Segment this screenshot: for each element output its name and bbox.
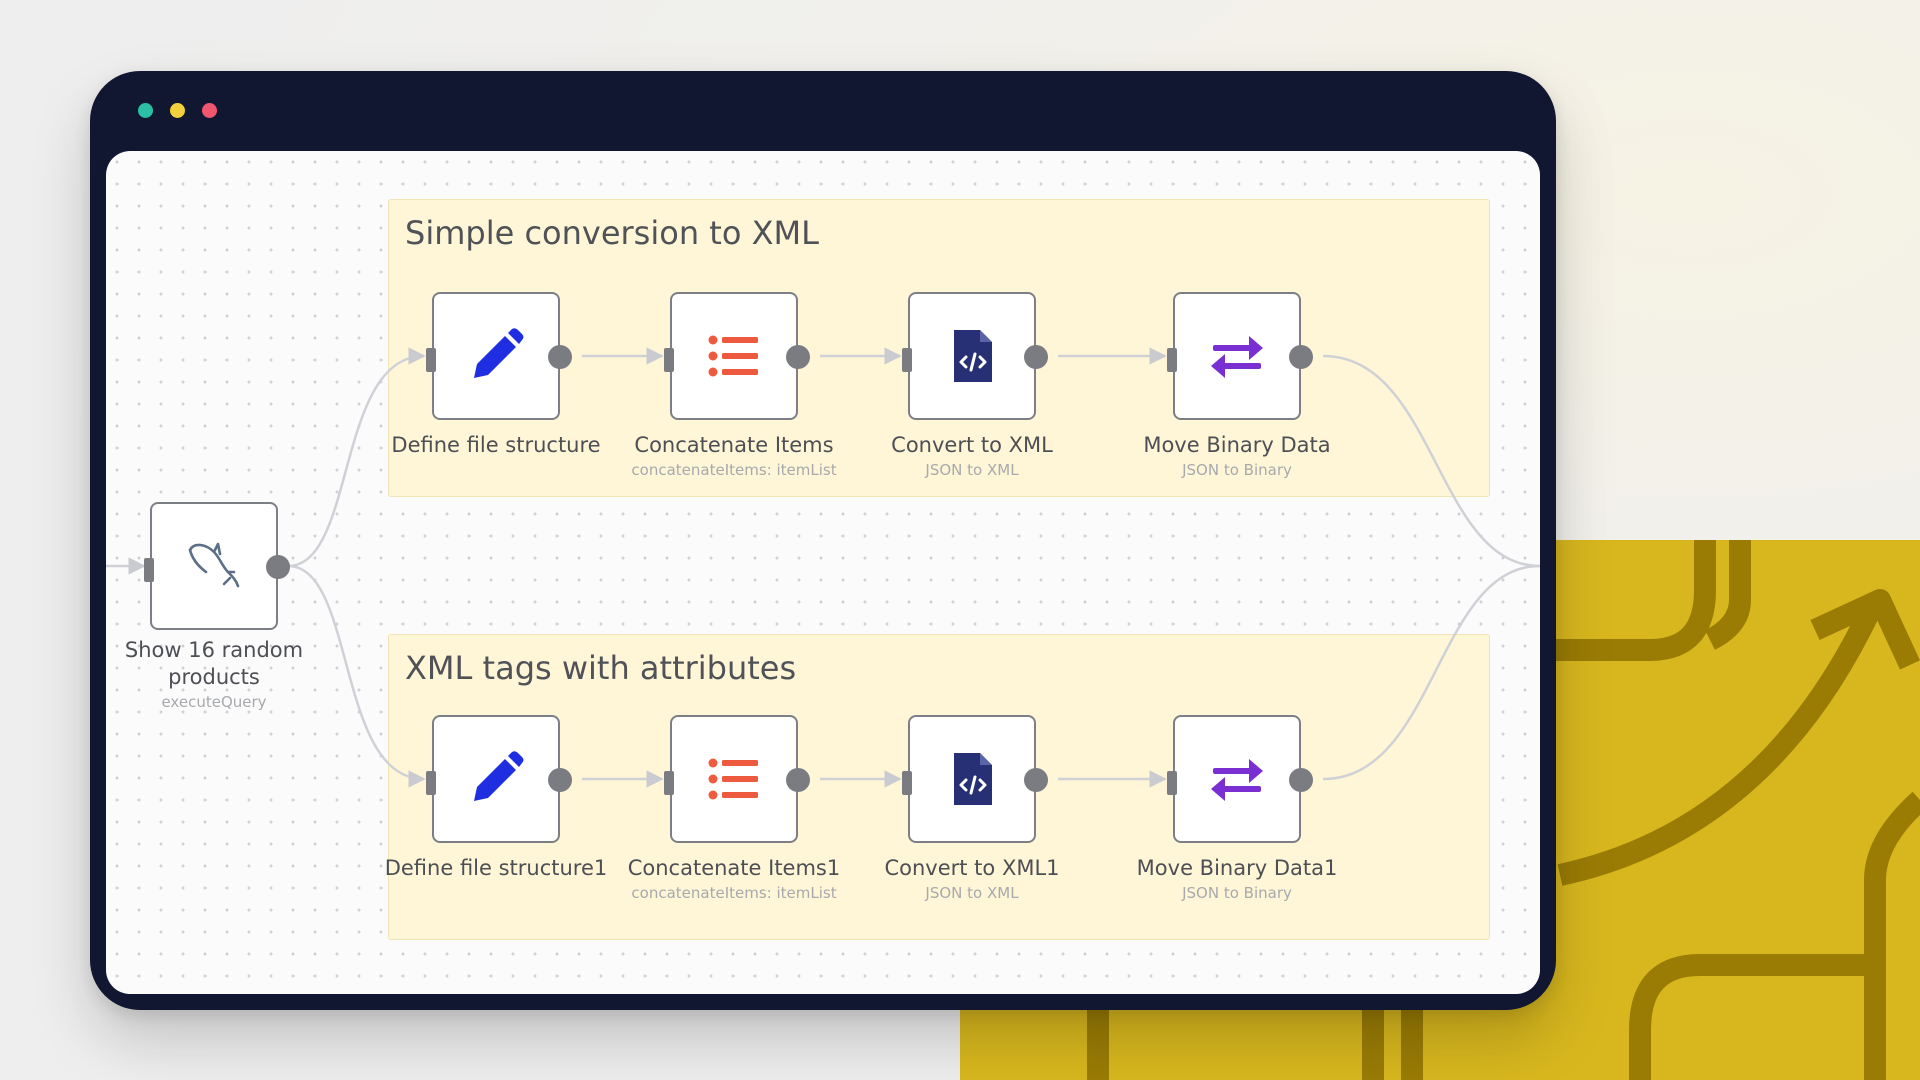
input-port[interactable] bbox=[664, 771, 674, 795]
input-port[interactable] bbox=[902, 348, 912, 372]
output-port[interactable] bbox=[548, 345, 572, 369]
pencil-icon bbox=[474, 751, 524, 801]
list-icon bbox=[708, 335, 758, 377]
mysql-dolphin-icon bbox=[188, 542, 240, 588]
input-port[interactable] bbox=[902, 771, 912, 795]
app-window: Simple conversion to XML XML tags with a… bbox=[90, 71, 1556, 1010]
connection-line bbox=[1322, 564, 1540, 781]
node-subtitle: concatenateItems: itemList bbox=[631, 884, 837, 902]
node-mysql-trigger[interactable] bbox=[144, 502, 290, 630]
node-label-line: products bbox=[168, 665, 260, 689]
window-maximize-dot[interactable] bbox=[202, 103, 217, 118]
input-port[interactable] bbox=[1167, 348, 1177, 372]
input-port[interactable] bbox=[426, 348, 436, 372]
input-port[interactable] bbox=[1167, 771, 1177, 795]
node-move-binary-data[interactable] bbox=[1167, 292, 1313, 420]
node-label: Define file structure bbox=[391, 433, 601, 457]
node-convert-to-xml[interactable] bbox=[902, 292, 1048, 420]
node-label: Concatenate Items1 bbox=[627, 856, 841, 880]
node-define-file-structure1[interactable] bbox=[426, 715, 572, 843]
node-convert-to-xml1[interactable] bbox=[902, 715, 1048, 843]
list-icon bbox=[708, 758, 758, 800]
node-label: Move Binary Data bbox=[1143, 433, 1331, 457]
node-concatenate-items[interactable] bbox=[664, 292, 810, 420]
node-subtitle: executeQuery bbox=[161, 693, 267, 711]
node-concatenate-items1[interactable] bbox=[664, 715, 810, 843]
window-close-dot[interactable] bbox=[138, 103, 153, 118]
input-port[interactable] bbox=[144, 558, 154, 582]
node-label: Convert to XML1 bbox=[884, 856, 1060, 880]
node-subtitle: JSON to XML bbox=[925, 461, 1019, 479]
swap-arrows-icon bbox=[1211, 336, 1263, 378]
node-move-binary-data1[interactable] bbox=[1167, 715, 1313, 843]
output-port[interactable] bbox=[1024, 768, 1048, 792]
node-subtitle: JSON to XML bbox=[925, 884, 1019, 902]
pencil-icon bbox=[474, 328, 524, 378]
output-port[interactable] bbox=[786, 345, 810, 369]
node-label: Move Binary Data1 bbox=[1136, 856, 1338, 880]
node-subtitle: JSON to Binary bbox=[1182, 461, 1292, 479]
node-subtitle: JSON to Binary bbox=[1182, 884, 1292, 902]
node-label: Convert to XML bbox=[891, 433, 1053, 457]
node-define-file-structure[interactable] bbox=[426, 292, 572, 420]
window-minimize-dot[interactable] bbox=[170, 103, 185, 118]
output-port[interactable] bbox=[1024, 345, 1048, 369]
node-label-line: Show 16 random bbox=[124, 638, 304, 662]
input-port[interactable] bbox=[664, 348, 674, 372]
node-label: Concatenate Items bbox=[634, 433, 834, 457]
output-port[interactable] bbox=[548, 768, 572, 792]
node-label: Define file structure1 bbox=[384, 856, 608, 880]
xml-file-icon bbox=[954, 330, 992, 382]
node-label: Show 16 random products bbox=[106, 637, 334, 691]
swap-arrows-icon bbox=[1211, 759, 1263, 801]
connection-line bbox=[287, 347, 426, 568]
output-port[interactable] bbox=[786, 768, 810, 792]
output-port[interactable] bbox=[1289, 345, 1313, 369]
node-subtitle: concatenateItems: itemList bbox=[631, 461, 837, 479]
xml-file-icon bbox=[954, 753, 992, 805]
output-port[interactable] bbox=[1289, 768, 1313, 792]
output-port[interactable] bbox=[266, 555, 290, 579]
input-port[interactable] bbox=[426, 771, 436, 795]
workflow-canvas[interactable]: Simple conversion to XML XML tags with a… bbox=[106, 151, 1540, 994]
